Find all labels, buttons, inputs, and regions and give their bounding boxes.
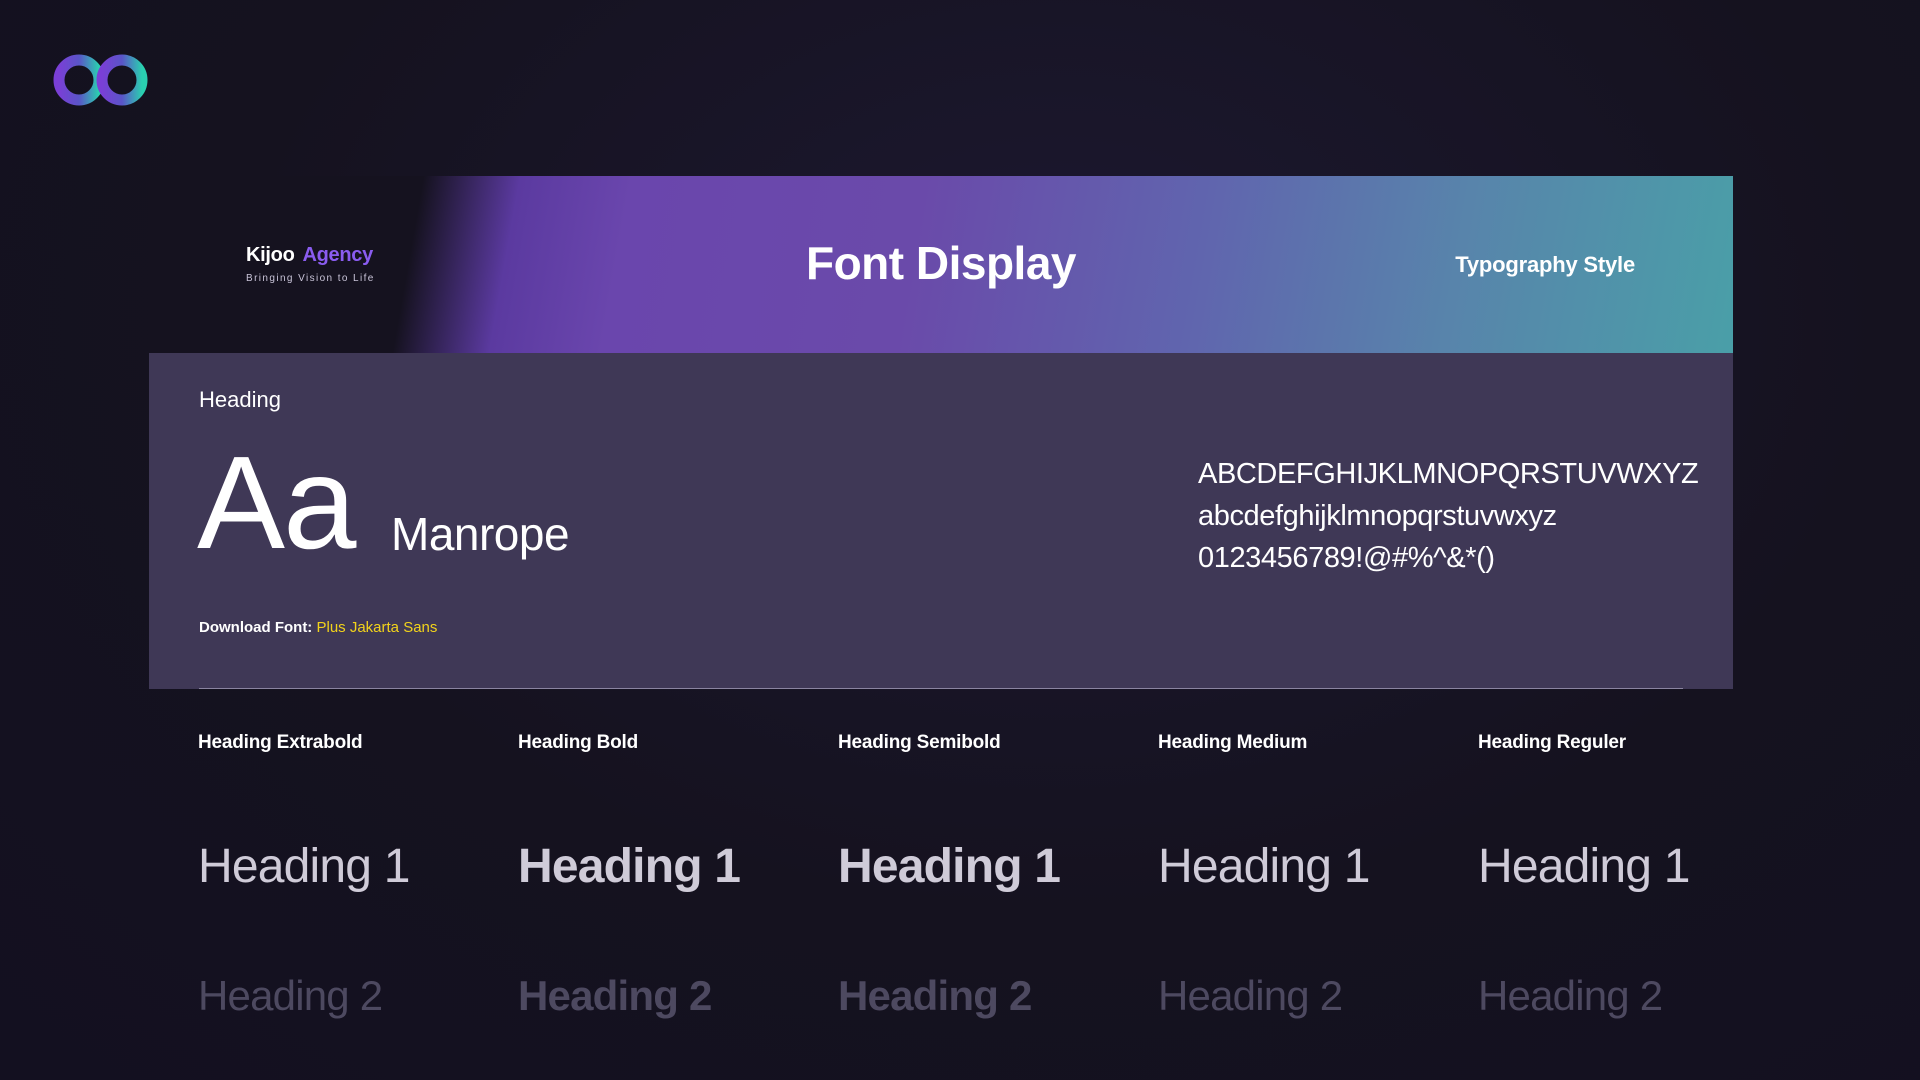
heading-1-sample: Heading 1 xyxy=(838,840,1061,893)
infinity-logo-icon xyxy=(53,54,148,106)
charset-lowercase: abcdefghijklmnopqrstuvwxyz xyxy=(1198,500,1557,532)
heading-2-sample: Heading 2 xyxy=(518,972,712,1019)
header-banner: Kijoo Agency Bringing Vision to Life Fon… xyxy=(149,176,1733,353)
weight-column-semibold: Heading Semibold Heading 1 Heading 2 xyxy=(838,732,1138,1019)
download-label: Download Font: xyxy=(199,619,313,636)
page: Kijoo Agency Bringing Vision to Life Fon… xyxy=(0,0,1920,1080)
charset-uppercase: ABCDEFGHIJKLMNOPQRSTUVWXYZ xyxy=(1198,458,1699,490)
weight-label: Heading Medium xyxy=(1158,732,1308,753)
panel-label: Heading xyxy=(199,387,281,412)
font-specimen-panel: Heading Aa Manrope Download Font: Plus J… xyxy=(149,353,1733,689)
weight-label: Heading Reguler xyxy=(1478,732,1626,753)
weight-label: Heading Extrabold xyxy=(198,732,363,753)
charset-symbols: 0123456789!@#%^&*() xyxy=(1198,542,1495,574)
specimen-glyphs: Aa xyxy=(197,429,356,576)
heading-2-sample: Heading 2 xyxy=(198,972,383,1019)
font-name: Manrope xyxy=(391,508,570,560)
download-font-link[interactable]: Plus Jakarta Sans xyxy=(316,619,437,636)
weight-column-medium: Heading Medium Heading 1 Heading 2 xyxy=(1158,732,1458,1019)
weights-grid: Heading Extrabold Heading 1 Heading 2 He… xyxy=(198,732,1738,1032)
heading-1-sample: Heading 1 xyxy=(1158,840,1370,893)
heading-2-sample: Heading 2 xyxy=(1158,972,1343,1019)
heading-1-sample: Heading 1 xyxy=(1478,840,1690,893)
heading-2-sample: Heading 2 xyxy=(838,972,1032,1019)
heading-2-sample: Heading 2 xyxy=(1478,972,1663,1019)
weight-column-regular: Heading Reguler Heading 1 Heading 2 xyxy=(1478,732,1778,1019)
divider xyxy=(199,688,1683,689)
character-set: ABCDEFGHIJKLMNOPQRSTUVWXYZ abcdefghijklm… xyxy=(1198,453,1699,579)
page-subtitle: Typography Style xyxy=(1455,252,1635,277)
weight-label: Heading Semibold xyxy=(838,732,1001,753)
weight-label: Heading Bold xyxy=(518,732,639,753)
heading-1-sample: Heading 1 xyxy=(198,840,410,893)
heading-1-sample: Heading 1 xyxy=(518,840,741,893)
download-font: Download Font: Plus Jakarta Sans xyxy=(199,619,437,636)
weight-column-bold: Heading Bold Heading 1 Heading 2 xyxy=(518,732,818,1019)
weight-column-extrabold: Heading Extrabold Heading 1 Heading 2 xyxy=(198,732,498,1019)
